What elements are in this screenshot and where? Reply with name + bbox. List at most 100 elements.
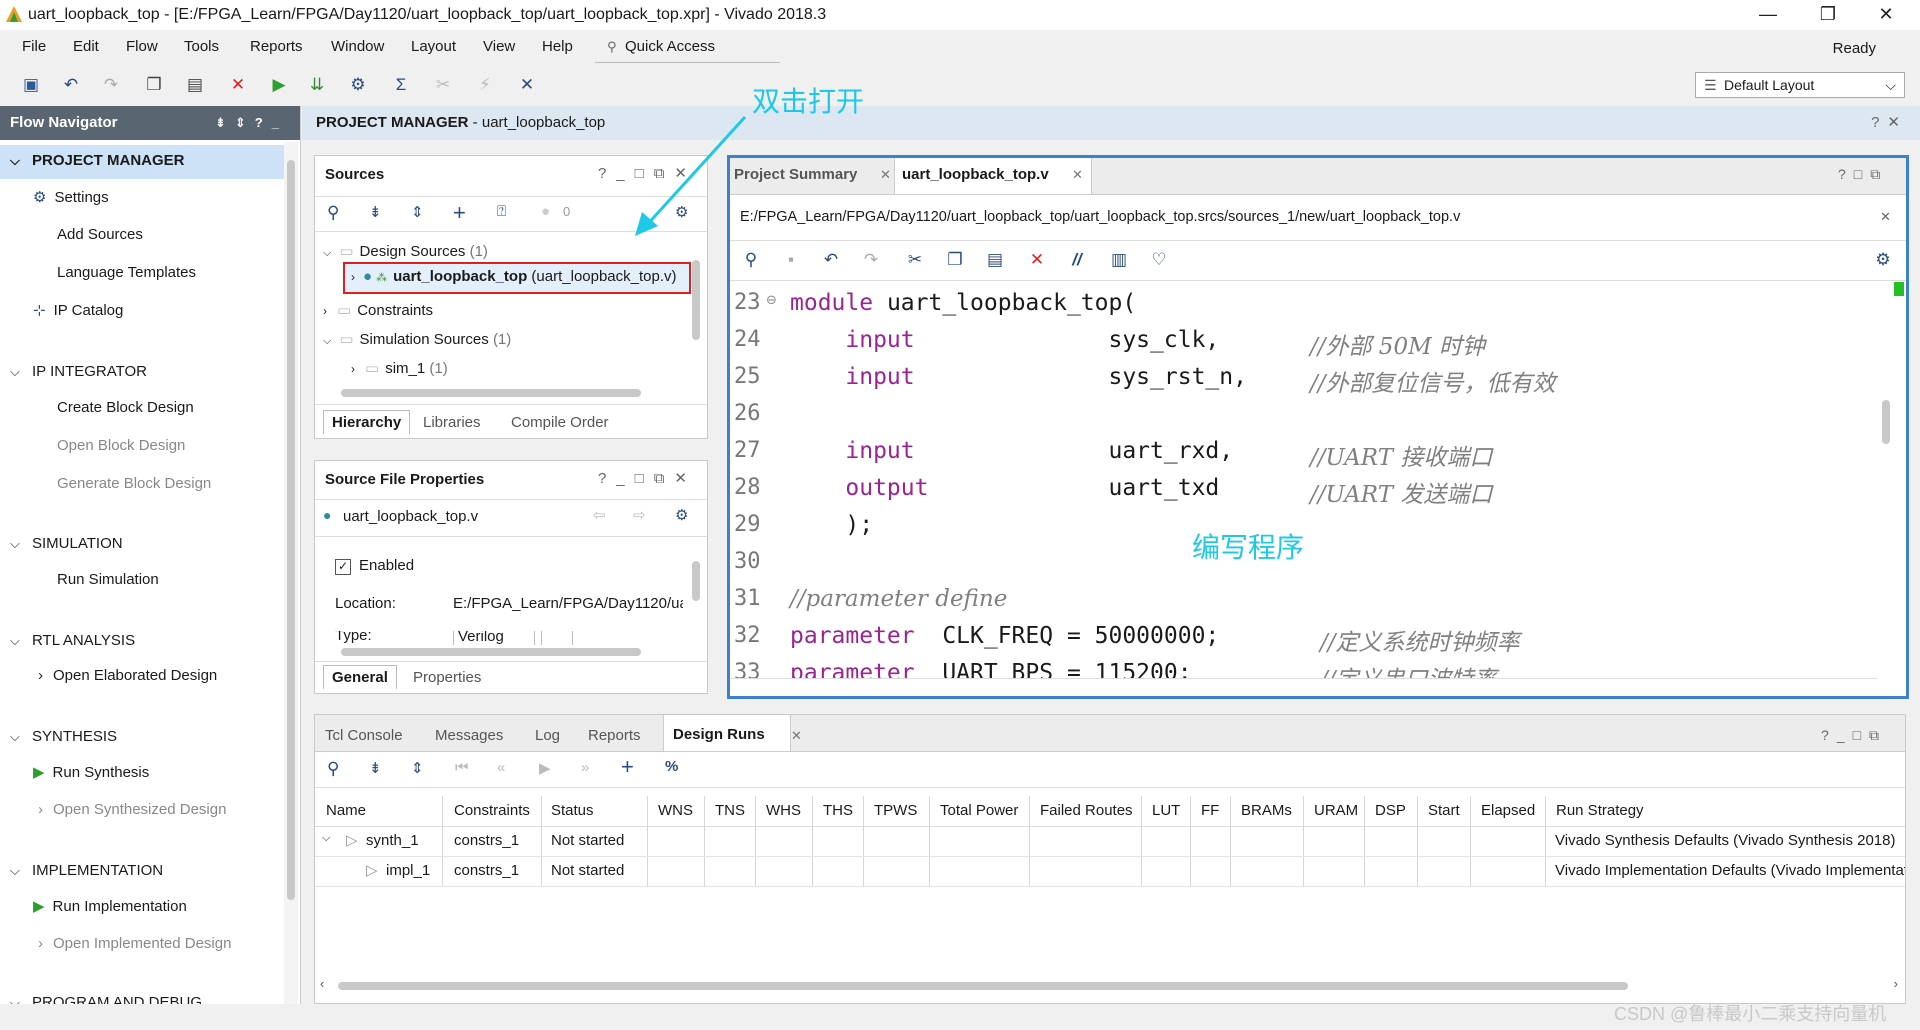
section-simulation[interactable]: ⌵ SIMULATION <box>10 535 123 552</box>
col-run-strategy[interactable]: Run Strategy <box>1556 802 1644 819</box>
quick-access-field[interactable]: ⚲ Quick Access <box>595 36 780 63</box>
forward-arrow-icon[interactable]: ⇨ <box>633 506 646 524</box>
tab-project-summary[interactable]: Project Summary <box>734 166 857 183</box>
tab-uart-loopback-top[interactable]: uart_loopback_top.v <box>902 166 1049 183</box>
add-icon[interactable]: + <box>621 754 634 780</box>
tab-log[interactable]: Log <box>535 727 560 744</box>
lightbulb-icon[interactable]: ♡ <box>1148 249 1170 271</box>
fold-icon[interactable]: ⊖ <box>766 292 777 308</box>
col-whs[interactable]: WHS <box>766 802 801 819</box>
bottom-panel-controls[interactable]: ?_□⧉ <box>1821 727 1887 744</box>
sources-hscroll[interactable] <box>321 386 689 400</box>
editor-hscroll[interactable] <box>730 678 1878 695</box>
col-constraints[interactable]: Constraints <box>454 802 530 819</box>
tab-design-runs[interactable]: Design Runs <box>673 726 765 743</box>
paste-icon[interactable]: ▤ <box>984 249 1006 271</box>
delete-icon[interactable]: ✕ <box>227 74 249 96</box>
tree-constraints[interactable]: › ▭ Constraints <box>323 301 433 319</box>
debug-icon[interactable]: ✕ <box>516 74 538 96</box>
close-window-button[interactable]: ✕ <box>1858 0 1914 30</box>
scroll-left-icon[interactable]: ‹ <box>320 976 324 991</box>
col-wns[interactable]: WNS <box>658 802 693 819</box>
scrollbar-thumb[interactable] <box>338 982 1628 990</box>
bottom-hscroll[interactable]: ‹ › <box>318 976 1904 994</box>
col-status[interactable]: Status <box>551 802 594 819</box>
editor-vscroll[interactable] <box>1878 282 1894 678</box>
save-icon[interactable]: ▪ <box>780 249 802 271</box>
tree-design-sources[interactable]: ⌵ ▭ Design Sources (1) <box>323 242 488 260</box>
menu-tools[interactable]: Tools <box>184 38 219 55</box>
col-total-power[interactable]: Total Power <box>940 802 1018 819</box>
restore-button[interactable]: ❐ <box>1800 0 1856 30</box>
sigma-icon[interactable]: Σ <box>390 74 412 96</box>
section-rtl-analysis[interactable]: ⌵ RTL ANALYSIS <box>10 632 135 649</box>
editor-panel-controls[interactable]: ?□⧉ <box>1838 166 1888 183</box>
program-device-icon[interactable]: ⇊ <box>306 74 328 96</box>
play-icon[interactable]: ▶ <box>539 759 551 777</box>
gear-icon[interactable]: ⚙ <box>675 506 688 524</box>
nav-ip-catalog[interactable]: ⊹ IP Catalog <box>33 301 123 319</box>
col-ff[interactable]: FF <box>1201 802 1219 819</box>
gear-icon[interactable]: ⚙ <box>1872 249 1894 271</box>
section-implementation[interactable]: ⌵ IMPLEMENTATION <box>10 862 163 879</box>
tree-top-module[interactable]: › ● ⁂ uart_loopback_top (uart_loopback_top.… <box>351 268 677 285</box>
close-path-icon[interactable]: ✕ <box>1880 209 1891 225</box>
cut-icon[interactable]: ✂ <box>904 249 926 271</box>
close-tab-icon[interactable]: ✕ <box>791 728 802 744</box>
sources-vscroll[interactable] <box>689 240 703 390</box>
close-tab-icon[interactable]: ✕ <box>1072 167 1083 183</box>
section-ip-integrator[interactable]: ⌵ IP INTEGRATOR <box>10 363 147 380</box>
panel-controls[interactable]: ?_□⧉✕ <box>598 469 697 487</box>
copy-icon[interactable]: ❐ <box>143 74 165 96</box>
open-project-icon[interactable]: ▣ <box>20 74 42 96</box>
tab-libraries[interactable]: Libraries <box>423 414 481 431</box>
menu-edit[interactable]: Edit <box>73 38 99 55</box>
menu-view[interactable]: View <box>483 38 515 55</box>
props-vscroll[interactable] <box>689 541 703 641</box>
previous-icon[interactable]: « <box>497 759 505 776</box>
percent-icon[interactable]: % <box>665 758 678 775</box>
menu-layout[interactable]: Layout <box>411 38 456 55</box>
props-hscroll[interactable] <box>321 645 689 659</box>
scroll-right-icon[interactable]: › <box>1894 976 1898 991</box>
code-area[interactable]: 23 ⊖ module uart_loopback_top( 24 input … <box>730 282 1878 678</box>
tab-general[interactable]: General <box>323 665 397 689</box>
flow-navigator-controls[interactable]: ⇟⇕?_ <box>215 106 288 140</box>
delete-icon[interactable]: ✕ <box>1026 249 1048 271</box>
nav-generate-block-design[interactable]: Generate Block Design <box>57 475 211 492</box>
back-arrow-icon[interactable]: ⇦ <box>593 506 606 524</box>
col-failed-routes[interactable]: Failed Routes <box>1040 802 1133 819</box>
scrollbar-thumb[interactable] <box>287 160 295 900</box>
expand-all-icon[interactable]: ⇕ <box>411 759 424 777</box>
menu-help[interactable]: Help <box>542 38 573 55</box>
cut-icon[interactable]: ✂ <box>432 74 454 96</box>
add-icon[interactable]: + <box>453 200 466 226</box>
tab-reports[interactable]: Reports <box>588 727 641 744</box>
nav-language-templates[interactable]: Language Templates <box>57 264 196 281</box>
columns-icon[interactable]: ▥ <box>1108 249 1130 271</box>
settings-icon[interactable]: ⚙ <box>347 74 369 96</box>
col-lut[interactable]: LUT <box>1152 802 1180 819</box>
tab-compile-order[interactable]: Compile Order <box>511 414 609 431</box>
nav-open-elaborated-design[interactable]: › Open Elaborated Design <box>38 667 217 684</box>
col-uram[interactable]: URAM <box>1314 802 1358 819</box>
menu-file[interactable]: File <box>22 38 46 55</box>
col-dsp[interactable]: DSP <box>1375 802 1406 819</box>
enabled-checkbox[interactable]: ✓ <box>335 559 351 575</box>
redo-icon[interactable]: ↷ <box>100 74 122 96</box>
first-icon[interactable]: ⏮ <box>455 759 469 776</box>
collapse-all-icon[interactable]: ⇟ <box>369 203 382 221</box>
col-tns[interactable]: TNS <box>715 802 745 819</box>
next-icon[interactable]: » <box>581 759 589 776</box>
nav-open-block-design[interactable]: Open Block Design <box>57 437 185 454</box>
comment-icon[interactable]: // <box>1066 249 1088 271</box>
close-tab-icon[interactable]: ✕ <box>880 167 891 183</box>
nav-run-synthesis[interactable]: ▶ Run Synthesis <box>33 763 149 781</box>
tab-properties[interactable]: Properties <box>413 669 481 686</box>
nav-create-block-design[interactable]: Create Block Design <box>57 399 194 416</box>
menu-reports[interactable]: Reports <box>250 38 303 55</box>
info-icon[interactable]: ⍰ <box>497 203 506 220</box>
chevron-down-icon[interactable]: ⌵ <box>322 832 330 845</box>
type-value[interactable]: Verilog <box>453 631 535 645</box>
nav-open-synthesized-design[interactable]: › Open Synthesized Design <box>38 801 226 818</box>
